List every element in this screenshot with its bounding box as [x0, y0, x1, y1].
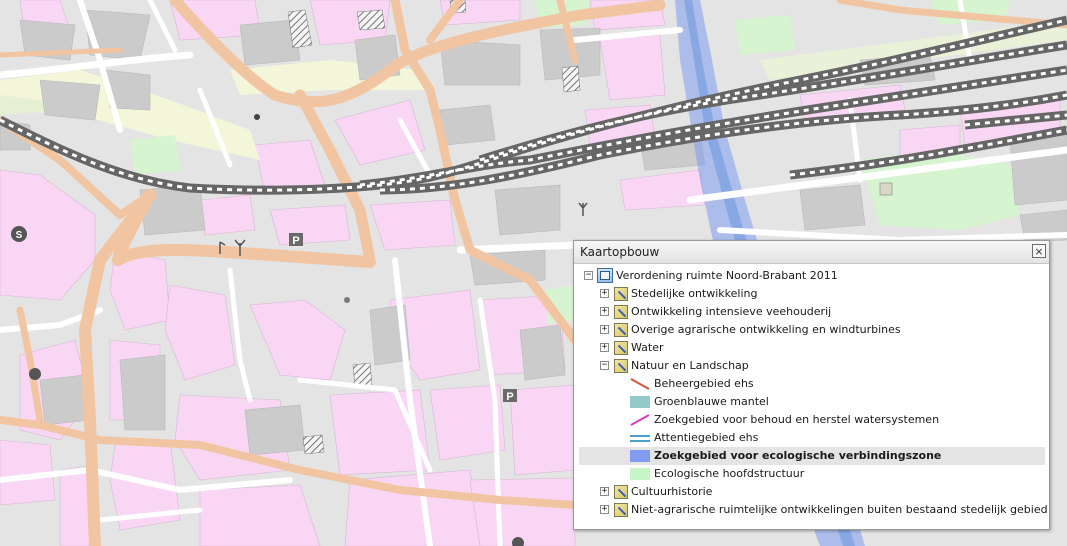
- expand-icon[interactable]: +: [600, 325, 609, 334]
- tree-group-niet-agrarische-ontwikkelingen[interactable]: + Niet-agrarische ruimtelijke ontwikkeli…: [580, 501, 1048, 519]
- parking-marker[interactable]: P: [289, 233, 303, 247]
- legend-fill-swatch-icon: [630, 468, 650, 480]
- tree-group-agrarische-ontwikkeling[interactable]: + Overige agrarische ontwikkeling en win…: [580, 321, 1045, 339]
- legend-item-label: Groenblauwe mantel: [654, 395, 769, 408]
- legend-item[interactable]: Attentiegebied ehs: [580, 429, 1045, 447]
- tree-group-label: Niet-agrarische ruimtelijke ontwikkeling…: [631, 503, 1048, 516]
- parking-marker[interactable]: P: [503, 389, 517, 403]
- expand-icon[interactable]: +: [600, 343, 609, 352]
- close-icon[interactable]: ×: [1032, 244, 1046, 258]
- parking-label: P: [292, 235, 299, 247]
- layer-panel[interactable]: Kaartopbouw × − Verordening ruimte Noord…: [573, 240, 1050, 530]
- layer-group-icon: [614, 485, 628, 499]
- tree-group-label: Natuur en Landschap: [631, 359, 749, 372]
- tree-group-cultuurhistorie[interactable]: + Cultuurhistorie: [580, 483, 1045, 501]
- legend-item-label: Beheergebied ehs: [654, 377, 754, 390]
- legend-item[interactable]: Groenblauwe mantel: [580, 393, 1045, 411]
- legend-item-selected[interactable]: Zoekgebied voor ecologische verbindingsz…: [579, 447, 1045, 465]
- map-service-icon: [597, 268, 613, 283]
- collapse-icon[interactable]: −: [600, 361, 609, 370]
- legend-diagonal-line-icon: [630, 378, 650, 390]
- point-marker: [254, 114, 260, 120]
- building-marker: [879, 182, 893, 196]
- layer-group-icon: [614, 503, 628, 517]
- tree-group-label: Water: [631, 341, 664, 354]
- tree-group-water[interactable]: + Water: [580, 339, 1045, 357]
- legend-item-label: Zoekgebied voor ecologische verbindingsz…: [654, 449, 942, 462]
- expand-icon[interactable]: +: [600, 307, 609, 316]
- legend-double-line-icon: [630, 435, 650, 442]
- legend-fill-swatch-icon: [630, 450, 650, 462]
- expand-icon[interactable]: +: [600, 487, 609, 496]
- tree-group-label: Overige agrarische ontwikkeling en windt…: [631, 323, 901, 336]
- layer-group-icon: [614, 287, 628, 301]
- collapse-icon[interactable]: −: [584, 271, 593, 280]
- layer-panel-header[interactable]: Kaartopbouw ×: [574, 241, 1049, 264]
- legend-diagonal-line-icon: [630, 414, 650, 426]
- tree-group-stedelijke-ontwikkeling[interactable]: + Stedelijke ontwikkeling: [580, 285, 1045, 303]
- tree-group-label: Stedelijke ontwikkeling: [631, 287, 758, 300]
- layer-tree: − Verordening ruimte Noord-Brabant 2011 …: [579, 267, 1048, 519]
- legend-item[interactable]: Zoekgebied voor behoud en herstel waters…: [580, 411, 1045, 429]
- tree-group-label: Ontwikkeling intensieve veehouderij: [631, 305, 832, 318]
- layer-panel-title: Kaartopbouw: [580, 245, 660, 259]
- tree-group-intensieve-veehouderij[interactable]: + Ontwikkeling intensieve veehouderij: [580, 303, 1045, 321]
- legend-item-label: Attentiegebied ehs: [654, 431, 759, 444]
- station-label: S: [16, 230, 23, 241]
- parking-label: P: [506, 391, 513, 403]
- legend-item[interactable]: Beheergebied ehs: [580, 375, 1045, 393]
- layer-group-icon: [614, 323, 628, 337]
- legend-item-label: Ecologische hoofdstructuur: [654, 467, 805, 480]
- legend-item[interactable]: Ecologische hoofdstructuur: [580, 465, 1045, 483]
- tree-root-label: Verordening ruimte Noord-Brabant 2011: [616, 269, 838, 282]
- point-marker[interactable]: [29, 368, 41, 380]
- legend-item-label: Zoekgebied voor behoud en herstel waters…: [654, 413, 940, 426]
- expand-icon[interactable]: +: [600, 289, 609, 298]
- layer-group-icon: [614, 305, 628, 319]
- layer-group-icon: [614, 341, 628, 355]
- station-marker[interactable]: S: [11, 226, 27, 242]
- expand-icon[interactable]: +: [600, 505, 609, 514]
- tree-group-label: Cultuurhistorie: [631, 485, 713, 498]
- point-marker: [344, 297, 350, 303]
- tree-root[interactable]: − Verordening ruimte Noord-Brabant 2011: [580, 267, 1045, 285]
- layer-group-icon: [614, 359, 628, 373]
- tree-group-natuur-en-landschap[interactable]: − Natuur en Landschap: [580, 357, 1045, 375]
- legend-fill-swatch-icon: [630, 396, 650, 408]
